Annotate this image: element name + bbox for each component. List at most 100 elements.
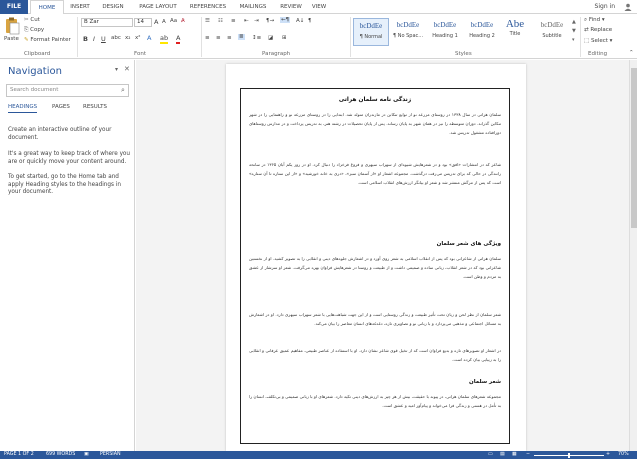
paragraph-group-label: Paragraph: [262, 51, 291, 57]
paragraph-2: شاعر که در انتشارات «افق» بود و در شعرها…: [249, 162, 501, 185]
vertical-scrollbar[interactable]: [629, 60, 637, 451]
search-icon[interactable]: ⌕: [121, 86, 125, 95]
highlight-icon[interactable]: ab: [160, 34, 169, 44]
document-title: زندگی نامه سلمان هراتی: [338, 97, 412, 103]
scissors-icon: ✂: [24, 17, 29, 23]
tab-home[interactable]: HOME: [30, 0, 64, 15]
font-name-combo[interactable]: B Zar: [81, 18, 133, 27]
ribbon-tab-bar: FILE HOME INSERT DESIGN PAGE LAYOUT REFE…: [0, 0, 637, 15]
font-size-combo[interactable]: 14: [134, 18, 152, 27]
style-title[interactable]: Abe Title: [497, 18, 533, 46]
text-effects-icon[interactable]: A: [147, 34, 151, 42]
numbering-icon[interactable]: ☷: [218, 18, 223, 24]
align-right-icon[interactable]: ≡: [227, 35, 232, 41]
tab-page-layout[interactable]: PAGE LAYOUT: [134, 0, 182, 14]
clipboard-group-label: Clipboard: [24, 51, 51, 57]
zoom-slider-thumb[interactable]: [568, 452, 570, 458]
multilevel-list-icon[interactable]: ≡: [231, 18, 236, 24]
tab-file[interactable]: FILE: [0, 0, 28, 14]
print-layout-icon[interactable]: ▤: [500, 451, 505, 459]
italic-button[interactable]: I: [93, 35, 95, 43]
style-heading-1[interactable]: bcDdEe Heading 1: [427, 18, 463, 46]
tab-insert[interactable]: INSERT: [66, 0, 94, 14]
collapse-ribbon-icon[interactable]: ⌃: [629, 50, 634, 56]
select-button[interactable]: ⬚ Select ▾: [584, 38, 612, 44]
sign-in-link[interactable]: Sign in: [595, 0, 615, 14]
ribbon-divider: [77, 17, 78, 57]
word-count[interactable]: 699 WORDS: [46, 451, 75, 459]
document-page[interactable]: زندگی نامه سلمان هراتی سلمان هراتی در سا…: [226, 64, 526, 451]
subscript-button[interactable]: x₂: [125, 35, 130, 41]
styles-gallery-scroll[interactable]: ▲ ▼ ▾: [572, 18, 578, 46]
copy-icon: ⎘: [24, 27, 29, 33]
bullets-icon[interactable]: ☰: [205, 18, 210, 24]
find-button[interactable]: ⌕ Find ▾: [584, 17, 605, 24]
align-center-icon[interactable]: ≡: [216, 35, 221, 41]
style-heading-2[interactable]: bcDdEe Heading 2: [464, 18, 500, 46]
borders-icon[interactable]: ⊞: [282, 35, 287, 41]
styles-group-label: Styles: [455, 51, 472, 57]
show-marks-icon[interactable]: ¶: [308, 18, 312, 24]
zoom-out-button[interactable]: −: [526, 451, 530, 459]
shading-icon[interactable]: ◪: [268, 35, 273, 41]
shrink-font-button[interactable]: A: [162, 19, 166, 25]
tab-references[interactable]: REFERENCES: [186, 0, 230, 14]
tab-results[interactable]: RESULTS: [83, 104, 107, 110]
paste-button[interactable]: Paste: [4, 36, 19, 42]
nav-help-text-2: It's a great way to keep track of where …: [8, 151, 131, 165]
change-case-button[interactable]: Aa: [170, 18, 177, 24]
align-left-icon[interactable]: ≡: [205, 35, 210, 41]
increase-indent-icon[interactable]: ⇥: [254, 18, 259, 24]
tab-design[interactable]: DESIGN: [98, 0, 128, 14]
page-count[interactable]: PAGE 1 OF 2: [4, 451, 34, 459]
zoom-in-button[interactable]: +: [606, 451, 610, 459]
ribbon-divider: [201, 17, 202, 57]
paste-icon[interactable]: [4, 17, 20, 35]
cut-button[interactable]: ✂ Cut: [24, 17, 40, 23]
language-indicator[interactable]: PERSIAN: [100, 451, 121, 459]
editing-group-label: Editing: [588, 51, 608, 57]
zoom-level[interactable]: 70%: [618, 451, 629, 459]
brush-icon: ✎: [24, 37, 29, 43]
tab-view[interactable]: VIEW: [308, 0, 330, 14]
heading-1: ویژگی های شعر سلمان: [436, 241, 501, 247]
copy-button[interactable]: ⎘ Copy: [24, 27, 44, 34]
tab-pages[interactable]: PAGES: [52, 104, 70, 110]
select-icon: ⬚: [584, 38, 590, 44]
web-layout-icon[interactable]: ▦: [512, 451, 517, 459]
grow-font-button[interactable]: A: [154, 18, 158, 26]
decrease-indent-icon[interactable]: ⇤: [244, 18, 249, 24]
format-painter-button[interactable]: ✎ Format Painter: [24, 37, 71, 43]
proofing-icon[interactable]: ▣: [84, 451, 89, 459]
clear-formatting-icon[interactable]: A̷: [181, 18, 185, 24]
superscript-button[interactable]: x²: [135, 35, 140, 41]
close-icon[interactable]: ✕: [124, 65, 130, 73]
tab-review[interactable]: REVIEW: [276, 0, 306, 14]
search-document-input[interactable]: Search document: [6, 84, 129, 97]
bold-button[interactable]: B: [83, 35, 88, 43]
style-normal[interactable]: bcDdEe ¶ Normal: [353, 18, 389, 46]
sort-icon[interactable]: A↓: [296, 18, 304, 24]
scrollbar-thumb[interactable]: [631, 68, 637, 228]
read-mode-icon[interactable]: ▭: [488, 451, 493, 459]
font-color-icon[interactable]: A: [176, 34, 181, 44]
ribbon-divider: [580, 17, 581, 57]
paragraph-3: سلمان هراتی از شاعرانی بود که پس از انقل…: [249, 256, 501, 279]
style-subtitle[interactable]: bcDdEe Subtitle: [534, 18, 570, 46]
justify-icon[interactable]: ≣: [238, 34, 245, 40]
style-no-spacing[interactable]: bcDdEe ¶ No Spac...: [390, 18, 426, 46]
strikethrough-button[interactable]: abc: [111, 35, 121, 41]
rtl-direction-icon[interactable]: ←¶: [280, 17, 291, 23]
nav-help-text-3: To get started, go to the Home tab and a…: [8, 174, 121, 195]
tab-mailings[interactable]: MAILINGS: [234, 0, 272, 14]
tab-headings[interactable]: HEADINGS: [8, 104, 38, 113]
ltr-direction-icon[interactable]: ¶→: [266, 18, 274, 24]
pane-options-icon[interactable]: ▾: [115, 66, 118, 73]
navigation-title: Navigation: [8, 66, 62, 77]
replace-button[interactable]: ⇄ Replace: [584, 27, 612, 33]
user-icon[interactable]: [624, 3, 632, 11]
line-spacing-icon[interactable]: ↕≡: [252, 35, 261, 41]
navigation-pane: Navigation ▾ ✕ Search document ⌕ HEADING…: [0, 60, 135, 451]
underline-button[interactable]: U: [101, 35, 106, 43]
paragraph-4: شعر سلمان از نظر لحن و زبان تحت تأثیر طب…: [249, 312, 501, 326]
